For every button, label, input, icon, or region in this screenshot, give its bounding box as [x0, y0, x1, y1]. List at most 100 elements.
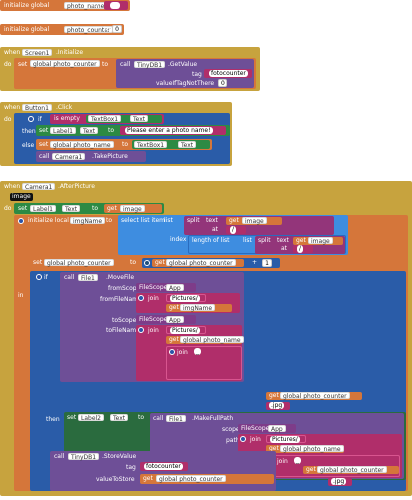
number-value[interactable]: 0: [112, 25, 122, 33]
slash-value[interactable]: /: [297, 245, 304, 253]
variable-dropdown[interactable]: global photo_counter: [280, 392, 350, 400]
screen-initialize-event[interactable]: when Screen1 .Initialize do set global p…: [0, 47, 260, 91]
is-empty-block[interactable]: is empty TextBox1 Text: [50, 114, 164, 124]
component-dropdown[interactable]: File1: [166, 415, 186, 423]
component-dropdown[interactable]: TinyDB1: [68, 453, 100, 461]
component-dropdown[interactable]: TinyDB1: [134, 61, 166, 69]
pictures-value[interactable]: Pictures/: [170, 327, 200, 334]
text-block[interactable]: .jpg: [266, 402, 290, 410]
jpg-value[interactable]: .jpg: [269, 402, 285, 409]
component-dropdown[interactable]: File1: [78, 274, 98, 282]
property-dropdown[interactable]: Text: [178, 141, 197, 149]
mutator-gear-icon[interactable]: [138, 327, 144, 333]
tinydb-storevalue-block[interactable]: call TinyDB1 .StoreValue tag fotocounter…: [50, 451, 276, 491]
textbox-text-getter[interactable]: TextBox1 Text: [132, 140, 210, 149]
text-block[interactable]: Pictures/: [266, 435, 306, 443]
tag-value[interactable]: fotocounter: [209, 70, 248, 77]
set-label-text-block[interactable]: set Label1 Text to Please enter a photo …: [36, 125, 230, 136]
variable-dropdown[interactable]: global photo_name: [180, 336, 244, 344]
text-block[interactable]: /: [226, 226, 246, 234]
underscore-value[interactable]: _: [194, 348, 201, 355]
get-image-block[interactable]: get image: [293, 237, 343, 245]
split-block[interactable]: split text get image at /: [184, 216, 334, 235]
get-imgname-block[interactable]: get imgName: [166, 304, 232, 312]
scope-dropdown[interactable]: App: [166, 284, 184, 292]
component-dropdown[interactable]: Label1: [50, 127, 77, 135]
local-name-dropdown[interactable]: imgName: [70, 217, 106, 225]
mutator-gear-icon[interactable]: [144, 260, 150, 266]
addition-block[interactable]: get global photo_counter + 1: [142, 258, 280, 268]
property-dropdown[interactable]: Text: [110, 414, 129, 422]
scope-dropdown[interactable]: App: [268, 425, 286, 433]
number-one[interactable]: 1: [262, 259, 272, 267]
empty-text-value[interactable]: [110, 2, 120, 9]
camera-after-picture-event[interactable]: when Camera1 .AfterPicture image do set …: [0, 181, 412, 496]
set-photo-name-block[interactable]: set global photo_name to TextBox1 Text: [36, 139, 212, 150]
text-block[interactable]: Pictures/: [166, 326, 206, 334]
variable-dropdown[interactable]: image: [120, 205, 145, 213]
split-block[interactable]: split text get image at /: [255, 236, 345, 254]
text-block[interactable]: /: [293, 245, 313, 253]
filescope-block[interactable]: FileScope App: [136, 283, 196, 292]
component-dropdown[interactable]: TextBox1: [134, 141, 168, 149]
variable-dropdown[interactable]: imgName: [180, 304, 216, 312]
if-else-block[interactable]: if is empty TextBox1 Text then set Label…: [14, 113, 230, 164]
jpg-value[interactable]: .jpg: [331, 478, 347, 485]
get-photo-name-block[interactable]: get global photo_name: [266, 445, 344, 453]
mutator-gear-icon[interactable]: [240, 436, 246, 442]
get-counter-block[interactable]: get global photo_counter: [140, 474, 274, 484]
init-global-photo-counter-block[interactable]: initialize global photo_counter to 0: [0, 24, 124, 35]
component-dropdown[interactable]: Screen1: [22, 49, 53, 57]
get-counter-block[interactable]: get global photo_counter: [152, 259, 244, 267]
set-photo-counter-block[interactable]: set global photo_counter to get global p…: [30, 257, 282, 269]
text-block[interactable]: fotocounter: [204, 69, 252, 78]
get-photo-name-block[interactable]: get global photo_name: [166, 336, 244, 344]
join-block[interactable]: join Pictures/ get global photo_name joi…: [136, 325, 244, 381]
variable-dropdown[interactable]: global photo_counter: [30, 60, 100, 68]
variable-dropdown[interactable]: global photo_counter: [44, 259, 114, 267]
text-block[interactable]: _: [291, 457, 311, 465]
property-dropdown[interactable]: Text: [130, 115, 149, 123]
file-movefile-block[interactable]: call File1 .MoveFile fromScope FileScope…: [60, 272, 244, 382]
message-value[interactable]: Please enter a photo name!: [125, 127, 213, 134]
variable-dropdown[interactable]: global photo_counter: [166, 259, 236, 267]
text-block[interactable]: Pictures/: [166, 294, 206, 302]
mutator-gear-icon[interactable]: [36, 274, 42, 280]
text-block[interactable]: fotocounter: [140, 462, 188, 471]
component-dropdown[interactable]: Label1: [30, 205, 57, 213]
get-image-block[interactable]: get image: [104, 204, 162, 213]
number-value[interactable]: 0: [218, 79, 227, 87]
button-click-event[interactable]: when Button1 .Click do if is empty TextB…: [0, 102, 232, 166]
var-name-dropdown[interactable]: photo_name: [64, 2, 108, 10]
tinydb-getvalue-block[interactable]: call TinyDB1 .GetValue tag fotocounter v…: [116, 59, 254, 88]
mutator-gear-icon[interactable]: [138, 295, 144, 301]
tag-value[interactable]: fotocounter: [144, 463, 183, 470]
slash-value[interactable]: /: [230, 226, 237, 234]
set-label1-text-block[interactable]: set Label1 Text to get image: [14, 203, 164, 214]
empty-text-block[interactable]: [104, 1, 128, 10]
filescope-block[interactable]: FileScope App: [238, 424, 296, 433]
property-dropdown[interactable]: Text: [62, 205, 81, 213]
text-block[interactable]: _: [191, 348, 213, 356]
length-of-list-block[interactable]: length of list list split text get image…: [188, 235, 346, 254]
variable-dropdown[interactable]: global photo_counter: [156, 475, 226, 483]
join-block[interactable]: join Pictures/ get imgName: [136, 293, 240, 313]
mutator-gear-icon[interactable]: [28, 116, 34, 122]
pictures-value[interactable]: Pictures/: [270, 436, 300, 443]
component-dropdown[interactable]: Label2: [78, 414, 105, 422]
select-list-item-block[interactable]: select list item list split text get ima…: [118, 215, 348, 255]
textbox-text-getter[interactable]: TextBox1 Text: [86, 115, 162, 123]
variable-dropdown[interactable]: global photo_name: [50, 141, 114, 149]
component-dropdown[interactable]: Camera1: [22, 183, 56, 191]
get-counter-block[interactable]: get global photo_counter: [266, 392, 362, 400]
variable-dropdown[interactable]: global photo_name: [280, 445, 344, 453]
scope-dropdown[interactable]: App: [166, 316, 184, 324]
component-dropdown[interactable]: Button1: [22, 104, 52, 112]
text-block[interactable]: .jpg: [328, 478, 352, 486]
join-block[interactable]: join _: [166, 346, 242, 380]
get-counter-block[interactable]: get global photo_counter: [303, 466, 399, 474]
property-dropdown[interactable]: Text: [80, 127, 99, 135]
mutator-gear-icon[interactable]: [18, 218, 24, 224]
initialize-local-block[interactable]: initialize local imgName to select list …: [14, 215, 408, 491]
variable-dropdown[interactable]: global photo_counter: [317, 466, 387, 474]
